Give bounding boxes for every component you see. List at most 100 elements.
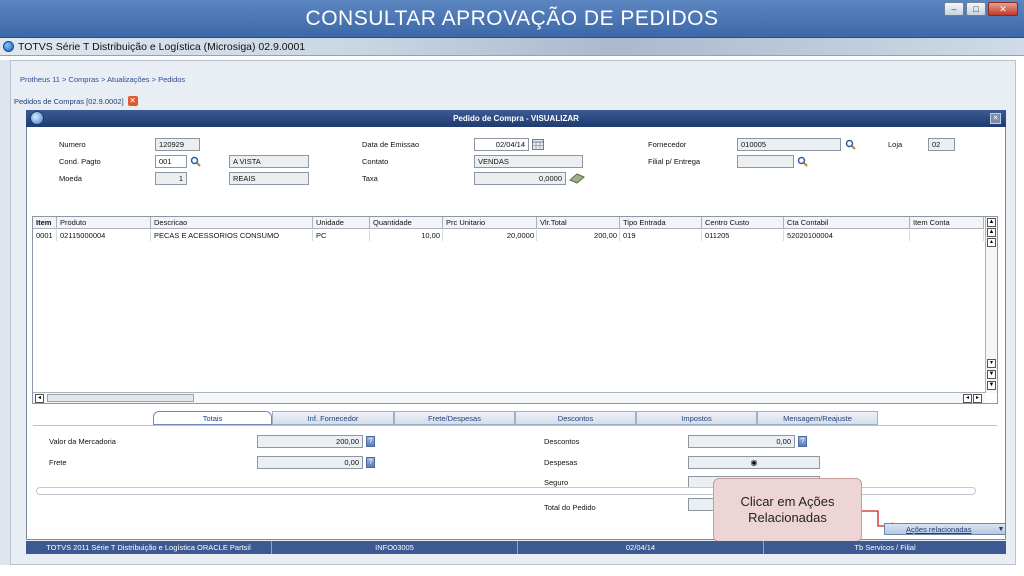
tab-totais[interactable]: Totais xyxy=(153,411,272,425)
table-cell[interactable]: PECAS E ACESSORIOS CONSUMO xyxy=(151,230,313,241)
cond-pagto-label: Cond. Pagto xyxy=(59,157,101,166)
document-tab-label: Pedidos de Compras [02.9.0002] xyxy=(14,96,124,106)
callout-line1: Clicar em Ações xyxy=(740,493,835,509)
moeda-desc: REAIS xyxy=(229,172,309,185)
scroll-pagedown-icon[interactable]: ▼ xyxy=(987,370,996,379)
despesas-field[interactable]: ◉ xyxy=(688,456,820,469)
vertical-scrollbar[interactable]: ▲ ▲ ▴ ▾ ▼ ▼ xyxy=(985,217,997,393)
status-bar: TOTVS 2011 Série T Distribuição e Logíst… xyxy=(26,541,1006,554)
column-header[interactable]: Centro Custo xyxy=(702,217,784,229)
column-header[interactable]: Unidade xyxy=(313,217,370,229)
scroll-bottom-icon[interactable]: ▼ xyxy=(987,381,996,390)
search-icon[interactable] xyxy=(845,139,856,150)
help-icon[interactable]: ? xyxy=(798,436,807,447)
total-pedido-label: Total do Pedido xyxy=(544,503,596,512)
app-icon xyxy=(3,41,14,52)
scroll-top-icon[interactable]: ▲ xyxy=(987,218,996,227)
numero-field[interactable]: 120929 xyxy=(155,138,200,151)
scroll-up-icon[interactable]: ▴ xyxy=(987,238,996,247)
dialog-title: Pedido de Compra - VISUALIZAR xyxy=(26,110,1006,127)
descontos-field[interactable]: 0,00 xyxy=(688,435,795,448)
valor-mercadoria-label: Valor da Mercadoria xyxy=(49,437,116,446)
tab-frete-despesas[interactable]: Frete/Despesas xyxy=(394,411,515,425)
frete-field[interactable]: 0,00 xyxy=(257,456,363,469)
breadcrumb[interactable]: Protheus 11 > Compras > Atualizações > P… xyxy=(20,75,185,84)
close-icon[interactable]: ✕ xyxy=(127,96,138,106)
table-cell[interactable]: 019 xyxy=(620,230,702,241)
moeda-field[interactable]: 1 xyxy=(155,172,187,185)
calendar-icon[interactable] xyxy=(532,139,544,150)
column-header[interactable]: Item xyxy=(33,217,57,229)
table-cell[interactable]: 10,00 xyxy=(370,230,443,241)
loja-field[interactable]: 02 xyxy=(928,138,955,151)
search-icon[interactable] xyxy=(190,156,201,167)
maximize-button[interactable]: □ xyxy=(966,2,986,16)
column-header[interactable]: Prc Unitario xyxy=(443,217,537,229)
fornecedor-field[interactable]: 010005 xyxy=(737,138,841,151)
help-icon[interactable]: ? xyxy=(366,457,375,468)
column-header[interactable]: Vlr.Total xyxy=(537,217,620,229)
tab-mensagem-reajuste[interactable]: Mensagem/Reajuste xyxy=(757,411,878,425)
status-date: 02/04/14 xyxy=(518,541,764,554)
scroll-left-icon[interactable]: ◂ xyxy=(35,394,44,403)
window-close-button[interactable]: ✕ xyxy=(988,2,1018,16)
cond-pagto-desc: A VISTA xyxy=(229,155,309,168)
document-tab[interactable]: Pedidos de Compras [02.9.0002] ✕ xyxy=(14,96,138,106)
scroll-right-icon[interactable]: ▸ xyxy=(973,394,982,403)
window-title: TOTVS Série T Distribuição e Logística (… xyxy=(18,40,306,53)
table-cell[interactable] xyxy=(910,230,984,241)
search-icon[interactable] xyxy=(797,156,808,167)
filial-entrega-label: Filial p/ Entrega xyxy=(648,157,701,166)
valor-mercadoria-field[interactable]: 200,00 xyxy=(257,435,363,448)
left-panel-strip[interactable] xyxy=(0,60,10,565)
tab-inf-fornecedor[interactable]: Inf. Fornecedor xyxy=(272,411,394,425)
tab-impostos[interactable]: Impostos xyxy=(636,411,757,425)
table-cell[interactable]: PC xyxy=(313,230,370,241)
column-header[interactable]: Item Conta xyxy=(910,217,984,229)
frete-label: Frete xyxy=(49,458,67,467)
help-icon[interactable]: ? xyxy=(366,436,375,447)
column-header[interactable]: Descricao xyxy=(151,217,313,229)
acoes-relacionadas-label: Ações relacionadas xyxy=(906,524,972,534)
descontos-label: Descontos xyxy=(544,437,580,446)
chevron-down-icon[interactable]: ▼ xyxy=(996,523,1006,535)
column-header[interactable]: Tipo Entrada xyxy=(620,217,702,229)
column-header[interactable]: Cta Contabil xyxy=(784,217,910,229)
record-icon: ◉ xyxy=(750,458,758,467)
minimize-button[interactable]: – xyxy=(944,2,964,16)
contato-label: Contato xyxy=(362,157,389,166)
status-user: INFO03005 xyxy=(272,541,518,554)
horizontal-scrollbar[interactable]: ◂ ◂ ▸ xyxy=(33,392,985,403)
cond-pagto-field[interactable]: 001 xyxy=(155,155,187,168)
taxa-field[interactable]: 0,0000 xyxy=(474,172,566,185)
eraser-icon[interactable] xyxy=(569,173,585,184)
scroll-down-icon[interactable]: ▾ xyxy=(987,359,996,368)
totvs-icon xyxy=(30,111,44,125)
table-cell[interactable]: 011205 xyxy=(702,230,784,241)
scroll-pageup-icon[interactable]: ▲ xyxy=(987,228,996,237)
contato-field[interactable]: VENDAS xyxy=(474,155,583,168)
table-cell[interactable]: 0001 xyxy=(33,230,57,241)
window-titlebar: TOTVS Série T Distribuição e Logística (… xyxy=(0,38,1024,56)
acoes-relacionadas-button[interactable]: Ações relacionadas xyxy=(884,523,1006,535)
tab-descontos[interactable]: Descontos xyxy=(515,411,636,425)
dialog-close-icon[interactable]: ✕ xyxy=(990,113,1001,124)
status-system: TOTVS 2011 Série T Distribuição e Logíst… xyxy=(26,541,272,554)
moeda-label: Moeda xyxy=(59,174,82,183)
column-header[interactable]: Quantidade xyxy=(370,217,443,229)
despesas-label: Despesas xyxy=(544,458,578,467)
scroll-left-icon[interactable]: ◂ xyxy=(963,394,972,403)
data-emissao-field[interactable]: 02/04/14 xyxy=(474,138,529,151)
table-cell[interactable]: 20,0000 xyxy=(443,230,537,241)
items-grid[interactable] xyxy=(32,216,998,404)
numero-label: Numero xyxy=(59,140,86,149)
table-cell[interactable]: 200,00 xyxy=(537,230,620,241)
filial-entrega-field[interactable] xyxy=(737,155,794,168)
table-cell[interactable]: 52020100004 xyxy=(784,230,910,241)
table-cell[interactable]: 02115000004 xyxy=(57,230,151,241)
screen-root: CONSULTAR APROVAÇÃO DE PEDIDOS TOTVS Sér… xyxy=(0,0,1024,576)
scroll-thumb[interactable] xyxy=(47,394,194,402)
callout-line2: Relacionadas xyxy=(748,510,827,525)
column-header[interactable]: Produto xyxy=(57,217,151,229)
fornecedor-label: Fornecedor xyxy=(648,140,687,149)
